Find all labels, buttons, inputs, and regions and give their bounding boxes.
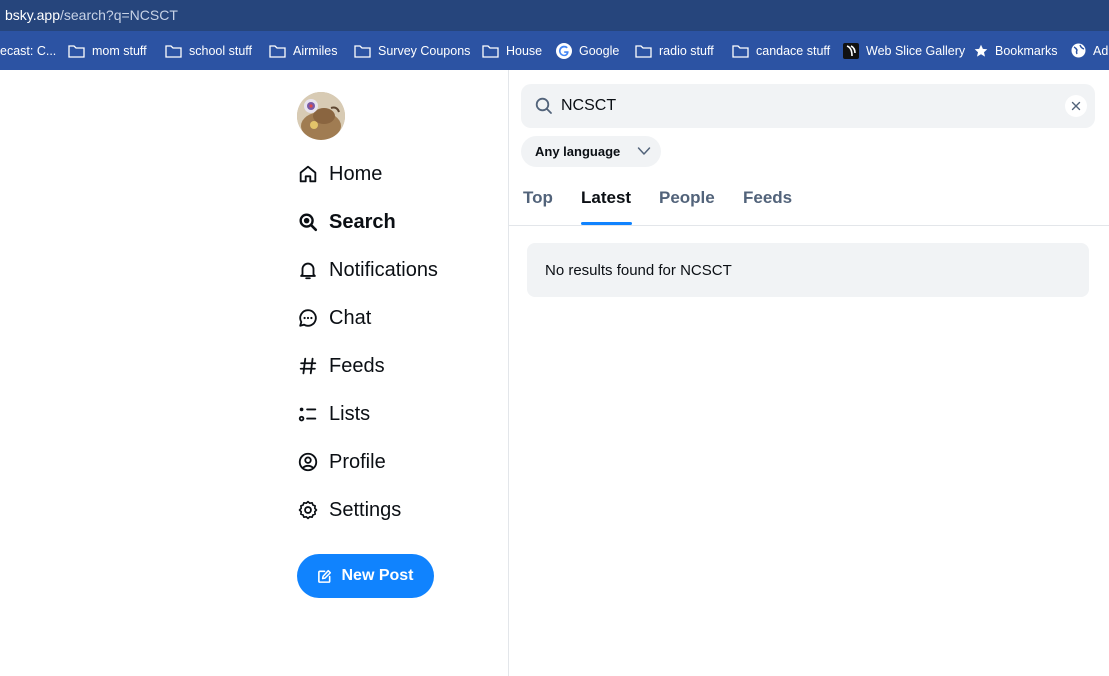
bookmark-school-stuff[interactable]: school stuff [165, 31, 252, 70]
bookmark-airmiles[interactable]: Airmiles [269, 31, 337, 70]
url-path: /search?q=NCSCT [60, 7, 178, 23]
language-select[interactable]: Any language [521, 136, 661, 167]
bookmark-web-slice-gallery[interactable]: Web Slice Gallery [843, 31, 965, 70]
nav-home[interactable]: Home [297, 158, 382, 190]
chevron-down-icon [637, 147, 651, 155]
bookmark-survey-coupons[interactable]: Survey Coupons [354, 31, 470, 70]
bookmark-label: school stuff [189, 43, 253, 58]
search-icon [299, 213, 318, 232]
bookmark-candace-stuff[interactable]: candace stuff [732, 31, 830, 70]
bluesky-app: Home Search Notifications Chat Feeds Lis… [0, 70, 1109, 676]
nav-label: Search [329, 210, 396, 233]
close-icon [1071, 101, 1081, 111]
tabs-divider [509, 225, 1109, 226]
folder-icon [482, 44, 499, 58]
avatar[interactable] [297, 92, 345, 140]
google-icon [556, 42, 572, 59]
user-circle-icon [298, 452, 318, 472]
folder-icon [354, 44, 371, 58]
nav-label: Chat [329, 306, 372, 329]
folder-icon [732, 44, 749, 58]
hashtag-icon [299, 357, 317, 375]
bookmark-mom-stuff[interactable]: mom stuff [68, 31, 147, 70]
gear-icon [298, 500, 318, 520]
nav-profile[interactable]: Profile [297, 446, 386, 478]
bookmark-label: Ad [1093, 43, 1109, 58]
chat-icon [299, 309, 317, 327]
bookmark-podcast[interactable]: ecast: C... [0, 31, 56, 70]
tab-people[interactable]: People [659, 188, 715, 208]
nav-notifications[interactable]: Notifications [297, 254, 438, 286]
bell-icon [300, 262, 316, 280]
tab-latest[interactable]: Latest [581, 188, 631, 208]
bookmark-label: Bookmarks [995, 43, 1058, 58]
bookmark-label: House [506, 43, 543, 58]
bookmark-google[interactable]: Google [556, 31, 619, 70]
edit-icon [318, 569, 332, 583]
bookmark-bookmarks[interactable]: Bookmarks [974, 31, 1058, 70]
search-input[interactable] [561, 84, 1061, 128]
search-bar [521, 84, 1095, 128]
bookmark-house[interactable]: House [482, 31, 542, 70]
bookmark-label: radio stuff [659, 43, 714, 58]
bookmark-label: Survey Coupons [378, 43, 471, 58]
empty-results-message: No results found for NCSCT [545, 261, 732, 279]
avatar-image [297, 92, 345, 140]
home-icon [299, 165, 317, 183]
folder-icon [165, 44, 182, 58]
nav-label: Home [329, 162, 383, 185]
nav-feeds[interactable]: Feeds [297, 350, 385, 382]
folder-icon [269, 44, 286, 58]
nav-label: Notifications [329, 258, 438, 281]
nav-settings[interactable]: Settings [297, 494, 401, 526]
column-divider [508, 70, 509, 676]
nav-lists[interactable]: Lists [297, 398, 370, 430]
address-bar[interactable]: bsky.app/search?q=NCSCT [0, 0, 1109, 31]
empty-results-card: No results found for NCSCT [527, 243, 1089, 297]
folder-icon [635, 44, 652, 58]
bookmark-ad[interactable]: Ad [1071, 31, 1108, 70]
bookmark-radio-stuff[interactable]: radio stuff [635, 31, 714, 70]
bookmark-label: mom stuff [92, 43, 147, 58]
bookmark-label: candace stuff [756, 43, 831, 58]
nav-label: Feeds [329, 354, 385, 377]
nav-chat[interactable]: Chat [297, 302, 371, 334]
star-icon [974, 44, 988, 57]
bookmark-label: Airmiles [293, 43, 338, 58]
folder-icon [68, 44, 85, 58]
new-post-label: New Post [341, 567, 414, 584]
list-icon [298, 407, 317, 422]
bookmark-label: Web Slice Gallery [866, 43, 966, 58]
new-post-button[interactable]: New Post [297, 554, 434, 598]
search-icon [535, 97, 552, 114]
bookmark-label: ecast: C... [0, 43, 57, 58]
language-select-value: Any language [535, 144, 621, 159]
url-host: bsky.app [5, 7, 60, 23]
clear-search-button[interactable] [1065, 95, 1087, 117]
bookmark-label: Google [579, 43, 620, 58]
tab-feeds[interactable]: Feeds [743, 188, 792, 208]
web-slice-icon [843, 42, 859, 59]
nav-label: Settings [329, 498, 402, 521]
bookmarks-bar: ecast: C... mom stuff school stuff Airmi… [0, 31, 1109, 70]
nav-label: Lists [329, 402, 371, 425]
globe-icon [1071, 43, 1086, 58]
nav-label: Profile [329, 450, 386, 473]
nav-search[interactable]: Search [297, 206, 396, 238]
tab-top[interactable]: Top [523, 188, 553, 208]
